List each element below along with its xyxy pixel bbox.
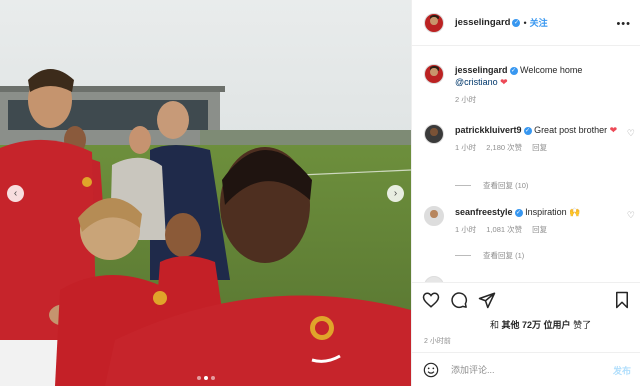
view-replies-label: 查看回复 (10) — [483, 181, 529, 190]
emoji-icon[interactable] — [423, 362, 439, 378]
carousel-dot-active — [203, 376, 208, 380]
view-replies-button[interactable]: 查看回复 (1) — [455, 250, 524, 261]
bookmark-icon[interactable] — [613, 291, 631, 309]
share-icon[interactable] — [478, 291, 496, 309]
comment-text: Great post brother — [534, 125, 608, 135]
caption-text: Welcome home — [520, 65, 583, 75]
like-comment-heart-icon[interactable]: ♡ — [627, 210, 635, 221]
avatar[interactable] — [424, 12, 444, 33]
likes-prefix: 和 — [490, 320, 500, 330]
post-side-panel: jesselingard ✓ • 关注 ••• jesselingard ✓ We… — [411, 0, 640, 386]
post-media[interactable]: ‹ › — [0, 0, 411, 386]
red-heart-emoji: ❤ — [609, 125, 618, 135]
caption-time: 2 小时 — [455, 95, 477, 104]
likes-suffix: 赞了 — [573, 320, 592, 330]
post-timestamp: 2 小时前 — [424, 338, 451, 345]
verified-badge-icon: ✓ — [512, 18, 521, 27]
divider — [455, 185, 471, 186]
chevron-right-icon: › — [393, 188, 398, 199]
more-options-icon[interactable]: ••• — [616, 18, 631, 30]
likes-count[interactable]: 其他 72万 位用户 — [502, 320, 571, 330]
post-author-username[interactable]: jesselingard — [455, 17, 510, 28]
caption-mention[interactable]: @cristiano — [455, 77, 498, 87]
carousel-dot — [196, 376, 201, 380]
red-heart-emoji: ❤ — [500, 77, 508, 87]
avatar[interactable] — [424, 64, 444, 84]
reply-button[interactable]: 回复 — [532, 142, 547, 154]
carousel-dot — [210, 376, 215, 380]
carousel-prev-button[interactable]: ‹ — [7, 185, 24, 202]
comment-likes[interactable]: 1,081 次赞 — [486, 224, 522, 236]
caption: jesselingard ✓ Welcome home @cristiano ❤ … — [424, 64, 634, 106]
view-replies-button[interactable]: 查看回复 (10) — [455, 180, 528, 191]
comment-input[interactable] — [451, 365, 601, 375]
comment-item: patrickkluivert9 ✓ Great post brother ❤ 1… — [424, 124, 634, 154]
follow-separator: • — [523, 17, 527, 28]
like-comment-heart-icon[interactable]: ♡ — [627, 128, 635, 139]
raised-hands-emoji: 🙌 — [569, 207, 581, 217]
comment-time: 1 小时 — [455, 143, 477, 152]
comment-username[interactable]: patrickkluivert9 — [455, 125, 522, 135]
caption-username[interactable]: jesselingard — [455, 65, 508, 75]
comments-list[interactable]: jesselingard ✓ Welcome home @cristiano ❤ … — [412, 46, 640, 282]
post-header: jesselingard ✓ • 关注 ••• — [412, 0, 640, 46]
comment-icon[interactable] — [450, 291, 468, 309]
likes-summary[interactable]: 和 其他 72万 位用户 赞了 — [490, 318, 591, 331]
divider — [455, 255, 471, 256]
add-comment-bar: 发布 — [412, 352, 640, 386]
post-actions: 和 其他 72万 位用户 赞了 2 小时前 发布 — [412, 282, 640, 386]
comment-username[interactable]: seanfreestyle — [455, 207, 513, 217]
comment-text: Inspiration — [525, 207, 567, 217]
post-photo — [0, 0, 411, 386]
avatar[interactable] — [424, 206, 444, 226]
carousel-indicator — [196, 376, 215, 380]
reply-button[interactable]: 回复 — [532, 224, 547, 236]
follow-button[interactable]: 关注 — [530, 16, 548, 29]
like-heart-icon[interactable] — [422, 291, 440, 309]
verified-badge-icon: ✓ — [523, 126, 532, 135]
verified-badge-icon: ✓ — [509, 66, 518, 75]
chevron-left-icon: ‹ — [13, 188, 18, 199]
carousel-next-button[interactable]: › — [387, 185, 404, 202]
comment-time: 1 小时 — [455, 225, 477, 234]
post-comment-button[interactable]: 发布 — [613, 364, 631, 377]
verified-badge-icon: ✓ — [514, 208, 523, 217]
avatar[interactable] — [424, 124, 444, 144]
view-replies-label: 查看回复 (1) — [483, 251, 525, 260]
comment-item: seanfreestyle ✓ Inspiration 🙌 1 小时 1,081 … — [424, 206, 634, 236]
comment-likes[interactable]: 2,180 次赞 — [486, 142, 522, 154]
